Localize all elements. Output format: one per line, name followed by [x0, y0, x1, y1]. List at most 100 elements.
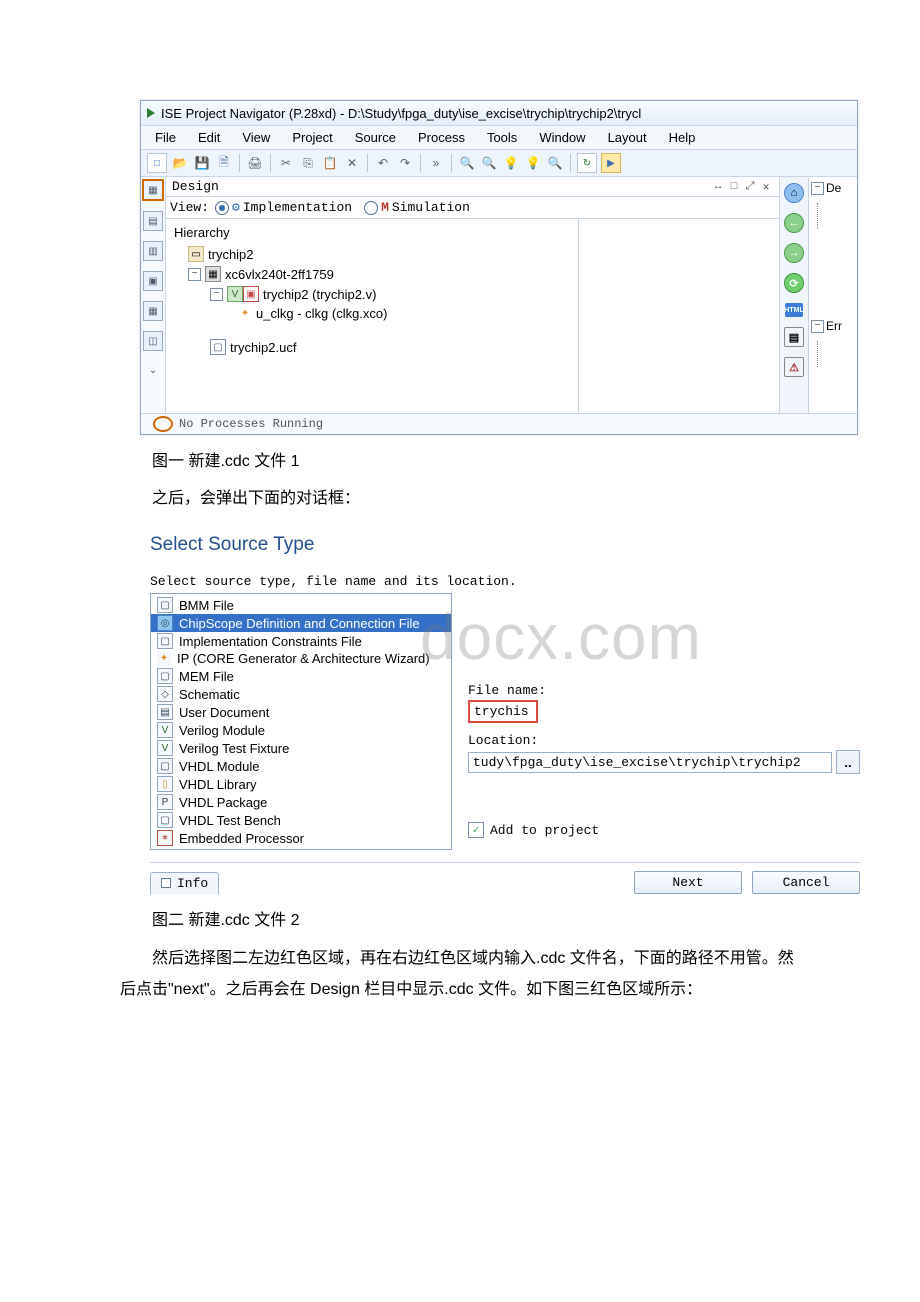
collapse-icon[interactable]: −: [210, 288, 223, 301]
filename-label: File name:: [468, 683, 860, 698]
app-run-icon: [147, 108, 155, 118]
instances-view-button[interactable]: ▣: [143, 271, 163, 291]
menu-edit[interactable]: Edit: [190, 128, 228, 147]
design-panel: Design ↔ □ ⤢ ✕ View: ⚙ Im: [166, 177, 780, 413]
panel-close-icon[interactable]: ✕: [759, 180, 773, 194]
menu-window[interactable]: Window: [531, 128, 593, 147]
collapse-icon[interactable]: −: [811, 320, 824, 333]
copy-icon[interactable]: ⎘: [299, 154, 317, 172]
more-icon[interactable]: »: [427, 154, 445, 172]
figure-one-caption: 图一 新建.cdc 文件 1: [152, 447, 880, 471]
type-vtf[interactable]: VVerilog Test Fixture: [151, 739, 451, 757]
type-sch[interactable]: ◇Schematic: [151, 685, 451, 703]
open-icon[interactable]: 📂: [171, 154, 189, 172]
tree-ucf[interactable]: ▢ trychip2.ucf: [210, 337, 574, 357]
ucf-icon: ▢: [210, 339, 226, 355]
tree-top-module[interactable]: − V ▣ trychip2 (trychip2.v): [210, 284, 574, 304]
type-vhdp[interactable]: PVHDL Package: [151, 793, 451, 811]
redo-icon[interactable]: ↷: [396, 154, 414, 172]
menu-help[interactable]: Help: [661, 128, 704, 147]
light2-icon[interactable]: 💡: [524, 154, 542, 172]
new-icon[interactable]: □: [147, 153, 167, 173]
back-icon[interactable]: ←: [784, 213, 804, 233]
empty-editor-area: [578, 219, 779, 413]
type-emb[interactable]: ✶Embedded Processor: [151, 829, 451, 847]
paste-icon[interactable]: 📋: [321, 154, 339, 172]
sim-radio[interactable]: [364, 201, 378, 215]
tree-device[interactable]: − ▦ xc6vlx240t-2ff1759: [188, 264, 574, 284]
processes-view-button[interactable]: ▦: [143, 301, 163, 321]
toolbar-sep: [451, 154, 452, 172]
tree-project-label: trychip2: [208, 247, 254, 262]
menu-project[interactable]: Project: [284, 128, 340, 147]
filename-input[interactable]: [468, 700, 538, 723]
menu-source[interactable]: Source: [347, 128, 404, 147]
toolbar-sep: [270, 154, 271, 172]
impl-radio[interactable]: [215, 201, 229, 215]
undo-icon[interactable]: ↶: [374, 154, 392, 172]
save-all-icon[interactable]: 🗎: [215, 154, 233, 172]
html-icon[interactable]: HTML: [785, 303, 803, 317]
type-bmm[interactable]: ▢BMM File: [151, 596, 451, 614]
type-vhdtb[interactable]: ▢VHDL Test Bench: [151, 811, 451, 829]
type-vtf-label: Verilog Test Fixture: [179, 741, 289, 756]
impl-label: Implementation: [243, 200, 352, 215]
design-summary-button[interactable]: ◫: [143, 331, 163, 351]
browse-button[interactable]: ..: [836, 750, 860, 774]
menu-file[interactable]: File: [147, 128, 184, 147]
panel-detach-icon[interactable]: □: [727, 180, 741, 194]
type-ip[interactable]: ✦IP (CORE Generator & Architecture Wizar…: [151, 650, 451, 667]
type-ucf[interactable]: ▢Implementation Constraints File: [151, 632, 451, 650]
run-icon[interactable]: ▶: [601, 153, 621, 173]
menu-view[interactable]: View: [234, 128, 278, 147]
home-icon[interactable]: ⌂: [784, 183, 804, 203]
info-tab[interactable]: Info: [150, 872, 219, 894]
report-icon[interactable]: ▤: [784, 327, 804, 347]
sources-view-button[interactable]: ▦: [142, 179, 164, 201]
collapse-icon[interactable]: −: [811, 182, 824, 195]
forward-icon[interactable]: →: [784, 243, 804, 263]
type-vhdl[interactable]: ▯VHDL Library: [151, 775, 451, 793]
refresh-icon[interactable]: ↻: [577, 153, 597, 173]
next-button[interactable]: Next: [634, 871, 742, 894]
design-summary-node[interactable]: De: [826, 181, 841, 195]
chevron-down-icon[interactable]: ⌄: [144, 361, 162, 379]
reload-icon[interactable]: ⟳: [784, 273, 804, 293]
type-vhdm[interactable]: ▢VHDL Module: [151, 757, 451, 775]
panel-move-icon[interactable]: ↔: [711, 180, 725, 194]
collapse-icon[interactable]: −: [188, 268, 201, 281]
tree-ip-inst[interactable]: ✦ u_clkg - clkg (clkg.xco): [238, 304, 574, 323]
print-icon[interactable]: 🖨: [246, 154, 264, 172]
type-vhdtb-label: VHDL Test Bench: [179, 813, 281, 828]
libraries-view-button[interactable]: ▥: [143, 241, 163, 261]
type-cdc[interactable]: ◎ChipScope Definition and Connection Fil…: [151, 614, 451, 632]
save-icon[interactable]: 💾: [193, 154, 211, 172]
menu-tools[interactable]: Tools: [479, 128, 525, 147]
type-mem[interactable]: ▢MEM File: [151, 667, 451, 685]
panel-pin-icon[interactable]: ⤢: [743, 180, 757, 194]
type-udoc[interactable]: ▤User Document: [151, 703, 451, 721]
type-ip-label: IP (CORE Generator & Architecture Wizard…: [177, 651, 430, 666]
errors-node[interactable]: Err: [826, 319, 842, 333]
tree-ucf-label: trychip2.ucf: [230, 340, 296, 355]
find-icon[interactable]: 🔍: [458, 154, 476, 172]
cancel-button[interactable]: Cancel: [752, 871, 860, 894]
menu-layout[interactable]: Layout: [600, 128, 655, 147]
type-udoc-label: User Document: [179, 705, 269, 720]
add-to-project-checkbox[interactable]: ✓: [468, 822, 484, 838]
sim-m-icon: M: [381, 200, 389, 215]
menu-process[interactable]: Process: [410, 128, 473, 147]
type-emb-label: Embedded Processor: [179, 831, 304, 846]
zoom-icon[interactable]: 🔍: [546, 154, 564, 172]
light-icon[interactable]: 💡: [502, 154, 520, 172]
toolbar: □ 📂 💾 🗎 🖨 ✂ ⎘ 📋 ✕ ↶ ↷ » 🔍 🔍 💡 💡 🔍 ↻ ▶: [141, 150, 857, 177]
error-icon[interactable]: ⚠: [784, 357, 804, 377]
source-type-list[interactable]: ▢BMM File ◎ChipScope Definition and Conn…: [150, 593, 452, 850]
type-vmod[interactable]: VVerilog Module: [151, 721, 451, 739]
find2-icon[interactable]: 🔍: [480, 154, 498, 172]
cut-icon[interactable]: ✂: [277, 154, 295, 172]
location-input[interactable]: [468, 752, 832, 773]
tree-project[interactable]: ▭ trychip2: [188, 244, 574, 264]
files-view-button[interactable]: ▤: [143, 211, 163, 231]
delete-icon[interactable]: ✕: [343, 154, 361, 172]
